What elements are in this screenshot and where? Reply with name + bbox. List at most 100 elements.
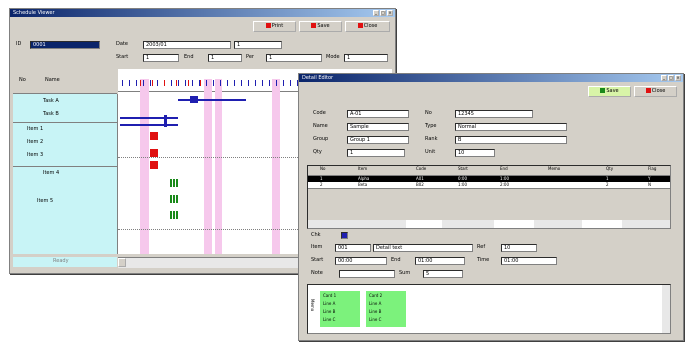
close-button[interactable]: Close — [634, 86, 677, 97]
schedule-marker[interactable] — [190, 96, 198, 103]
red-block[interactable] — [150, 149, 158, 157]
disk-icon — [311, 23, 317, 28]
schedule-bar[interactable] — [120, 117, 178, 119]
close-window-button[interactable]: × — [675, 75, 681, 81]
ref-field[interactable]: 10 — [501, 244, 537, 252]
list-item[interactable]: Task A — [43, 98, 59, 105]
grid-cell: Beta — [358, 182, 368, 187]
time-label: Time — [477, 257, 490, 263]
start-time-field[interactable]: 00:00 — [335, 257, 387, 265]
end-field[interactable]: 1 — [208, 54, 242, 62]
list-divider — [13, 122, 117, 123]
front-window-title: Detail Editor — [302, 75, 334, 81]
list-item[interactable]: Item 4 — [43, 170, 59, 177]
card-line: Line A — [323, 301, 336, 306]
id-label: ID — [16, 41, 22, 47]
print-button[interactable]: Print — [253, 21, 296, 32]
grid-cell: B02 — [416, 182, 424, 187]
code-field[interactable]: A-01 — [347, 110, 409, 118]
exit-icon — [645, 88, 651, 93]
time-field[interactable]: 01:00 — [501, 257, 557, 265]
scroll-left-arrow[interactable] — [118, 258, 126, 267]
grid-cell: 2 — [606, 182, 609, 187]
date-label: Date — [116, 41, 128, 47]
close-window-button[interactable]: × — [387, 10, 393, 16]
group-label: Group — [313, 136, 329, 142]
type-field[interactable]: Normal — [455, 123, 567, 131]
save-button[interactable]: Save — [588, 86, 631, 97]
name-label: Name — [313, 123, 328, 129]
group-field[interactable]: Group 1 — [347, 136, 409, 144]
qty-field[interactable]: 1 — [347, 149, 405, 157]
mode-label: Mode — [326, 54, 340, 60]
detail-grid[interactable]: No Item Code Start End Memo Qty Flag 1 A… — [307, 165, 671, 229]
grid-header-cell: Flag — [648, 166, 657, 171]
red-block[interactable] — [150, 161, 158, 169]
check-label: Chk — [311, 232, 321, 238]
start-field[interactable]: 1 — [143, 54, 179, 62]
grid-header-cell: Memo — [548, 166, 561, 171]
unit-field[interactable]: 10 — [455, 149, 495, 157]
code-label: Code — [313, 110, 326, 116]
schedule-marker[interactable] — [164, 115, 167, 127]
rank-field[interactable]: B — [455, 136, 567, 144]
highlight-column — [272, 79, 280, 254]
item-field[interactable]: 001 — [335, 244, 371, 252]
highlight-column — [204, 79, 212, 254]
list-item[interactable]: Task B — [43, 111, 59, 118]
sum-field[interactable]: 5 — [423, 270, 463, 278]
close-button[interactable]: Close — [345, 21, 390, 32]
id-field[interactable]: 0001 — [30, 41, 100, 49]
green-block[interactable] — [170, 211, 179, 219]
table-row[interactable]: 2 Beta B02 1:00 2:00 2 N — [308, 182, 670, 189]
list-item[interactable]: Item 3 — [27, 152, 43, 159]
grid-header-cell: No — [320, 166, 326, 171]
list-item[interactable]: Item 1 — [27, 126, 43, 133]
schedule-bar[interactable] — [120, 124, 178, 126]
check-box[interactable] — [341, 232, 348, 239]
card-line: Line C — [323, 317, 336, 322]
maximize-button[interactable]: □ — [380, 10, 386, 16]
mode-field[interactable]: 1 — [344, 54, 388, 62]
list-item[interactable]: Item 5 — [37, 198, 53, 205]
green-block[interactable] — [170, 195, 179, 203]
memo-card[interactable]: Card 2 Line A Line B Line C — [366, 291, 406, 327]
date-field[interactable]: 2003/01 — [143, 41, 231, 49]
item-detail-field[interactable]: Detail text — [373, 244, 473, 252]
back-window-titlebar[interactable]: Schedule Viewer _ □ × — [10, 9, 395, 17]
memo-card[interactable]: Card 1 Line A Line B Line C — [320, 291, 360, 327]
period-field-2[interactable]: 1 — [266, 54, 322, 62]
list-header: No Name — [13, 69, 117, 94]
note-label: Note — [311, 270, 323, 276]
exit-icon — [357, 23, 363, 28]
note-field[interactable] — [339, 270, 395, 278]
grid-footer-cell — [582, 220, 622, 228]
minimize-button[interactable]: _ — [661, 75, 667, 81]
period-field[interactable]: 1 — [234, 41, 282, 49]
green-block[interactable] — [170, 179, 179, 187]
sum-label: Sum — [399, 270, 411, 276]
memo-scrollbar[interactable] — [662, 285, 670, 333]
grid-header-cell: End — [500, 166, 508, 171]
ref-label: Ref — [477, 244, 486, 250]
disk-icon — [600, 88, 606, 93]
maximize-button[interactable]: □ — [668, 75, 674, 81]
no-label: No — [425, 110, 432, 116]
no-field[interactable]: 12345 — [455, 110, 533, 118]
grid-header-cell: Code — [416, 166, 427, 171]
grid-cell: 2:00 — [500, 182, 509, 187]
highlight-column — [140, 79, 149, 254]
task-list[interactable]: Task A Task B Item 1 Item 2 Item 3 Item … — [13, 94, 118, 254]
red-block[interactable] — [150, 132, 158, 140]
front-window-titlebar[interactable]: Detail Editor _ □ × — [299, 74, 683, 82]
schedule-bar[interactable] — [178, 99, 246, 101]
grid-header: No Item Code Start End Memo Qty Flag — [308, 166, 670, 176]
end-time-field[interactable]: 01:00 — [415, 257, 465, 265]
minimize-button[interactable]: _ — [373, 10, 379, 16]
card-line: Line B — [323, 309, 336, 314]
list-item[interactable]: Item 2 — [27, 139, 43, 146]
grid-header-cell: Start — [458, 166, 468, 171]
name-field[interactable]: Sample — [347, 123, 409, 131]
memo-area[interactable]: Memo Card 1 Line A Line B Line C Card 2 … — [307, 284, 671, 334]
save-button[interactable]: Save — [299, 21, 342, 32]
